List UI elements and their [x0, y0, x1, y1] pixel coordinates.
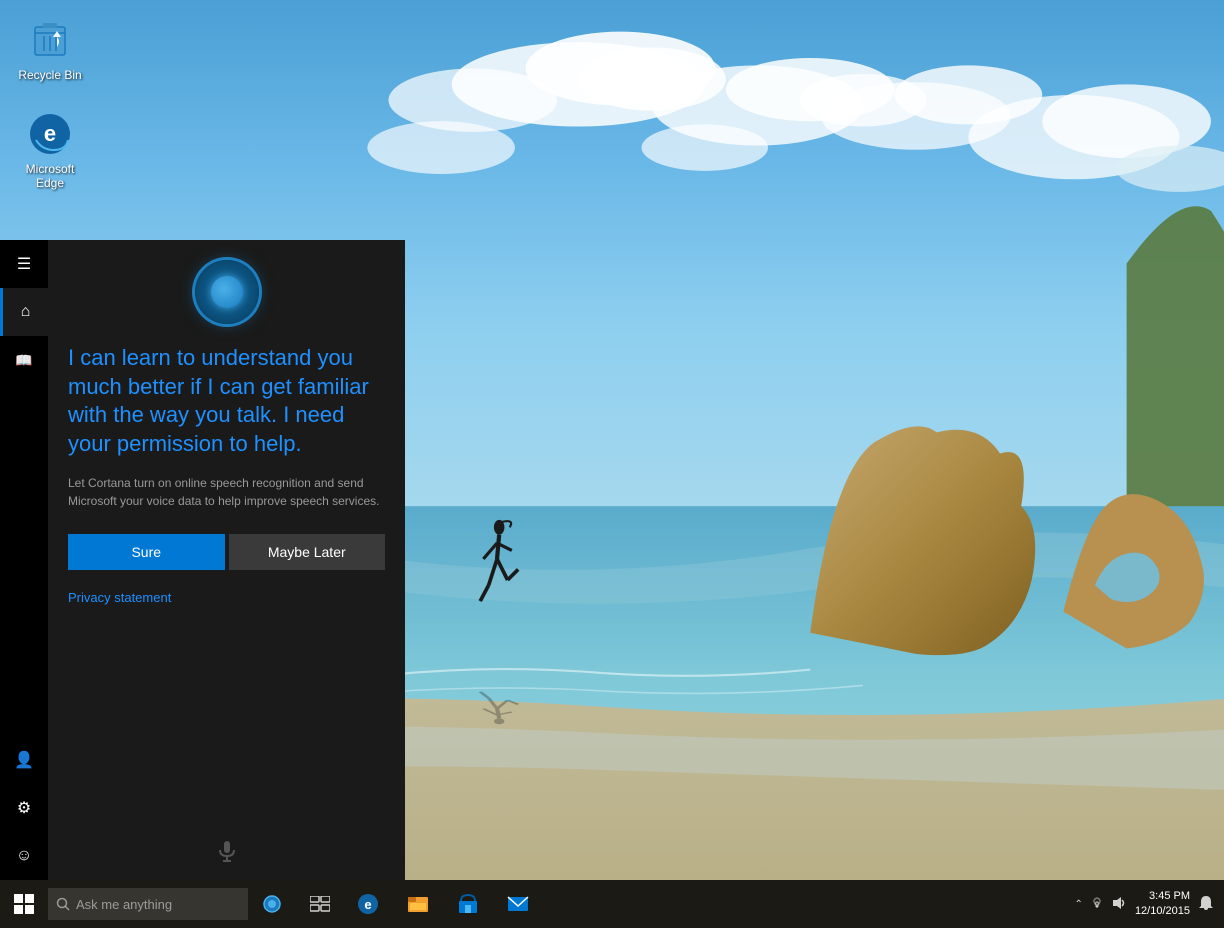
- taskbar-clock[interactable]: 3:45 PM 12/10/2015: [1135, 889, 1190, 920]
- nav-account-button[interactable]: 👤: [0, 736, 48, 784]
- cortana-heading: I can learn to understand you much bette…: [68, 344, 385, 458]
- network-icon: [1089, 896, 1105, 913]
- cortana-taskbar-button[interactable]: [248, 880, 296, 928]
- taskbar-explorer-button[interactable]: [394, 880, 442, 928]
- recycle-bin-icon[interactable]: Recycle Bin: [10, 16, 90, 82]
- recycle-bin-image: [26, 16, 74, 64]
- task-view-button[interactable]: [296, 880, 344, 928]
- start-button[interactable]: [0, 880, 48, 928]
- nav-home-button[interactable]: ⌂: [0, 288, 48, 336]
- volume-icon: [1111, 896, 1127, 913]
- edge-label: Microsoft Edge: [10, 162, 90, 191]
- home-icon: ⌂: [21, 303, 31, 321]
- notification-icon[interactable]: [1198, 895, 1214, 914]
- cortana-description: Let Cortana turn on online speech recogn…: [68, 474, 385, 510]
- privacy-statement-link[interactable]: Privacy statement: [68, 590, 171, 605]
- feedback-icon: ☺: [16, 847, 32, 865]
- taskbar-edge-button[interactable]: e: [344, 880, 392, 928]
- taskbar: Ask me anything e: [0, 880, 1224, 928]
- cortana-buttons: Sure Maybe Later: [68, 534, 385, 570]
- cortana-logo: [195, 260, 259, 324]
- taskbar-right: ⌃ 3:45 PM 12/10/2015: [1075, 889, 1224, 920]
- search-bar[interactable]: Ask me anything: [48, 888, 248, 920]
- cortana-nav: ☰ ⌂ 📖 👤 ⚙ ☺: [0, 240, 48, 880]
- nav-notebook-button[interactable]: 📖: [0, 336, 48, 384]
- notebook-icon: 📖: [15, 352, 32, 369]
- taskbar-chevron-icon[interactable]: ⌃: [1075, 899, 1083, 910]
- recycle-bin-label: Recycle Bin: [18, 68, 81, 82]
- search-placeholder: Ask me anything: [76, 897, 172, 912]
- clock-date: 12/10/2015: [1135, 904, 1190, 919]
- microphone-icon[interactable]: [215, 839, 239, 868]
- nav-feedback-button[interactable]: ☺: [0, 832, 48, 880]
- microsoft-edge-icon[interactable]: e Microsoft Edge: [10, 110, 90, 191]
- account-icon: 👤: [14, 750, 34, 770]
- taskbar-store-button[interactable]: [444, 880, 492, 928]
- sure-button[interactable]: Sure: [68, 534, 225, 570]
- taskbar-mail-button[interactable]: [494, 880, 542, 928]
- pinned-apps: e: [344, 880, 542, 928]
- cortana-main: I can learn to understand you much bette…: [48, 240, 405, 880]
- svg-text:e: e: [364, 897, 371, 912]
- maybe-later-button[interactable]: Maybe Later: [229, 534, 386, 570]
- clock-time: 3:45 PM: [1135, 889, 1190, 904]
- desktop: Recycle Bin e Microsoft Edge ☰ ⌂ 📖: [0, 0, 1224, 928]
- hamburger-icon: ☰: [17, 254, 31, 274]
- nav-settings-button[interactable]: ⚙: [0, 784, 48, 832]
- cortana-panel: ☰ ⌂ 📖 👤 ⚙ ☺: [0, 240, 405, 880]
- edge-image: e: [26, 110, 74, 158]
- svg-text:e: e: [44, 121, 56, 146]
- settings-icon: ⚙: [17, 798, 31, 818]
- nav-menu-button[interactable]: ☰: [0, 240, 48, 288]
